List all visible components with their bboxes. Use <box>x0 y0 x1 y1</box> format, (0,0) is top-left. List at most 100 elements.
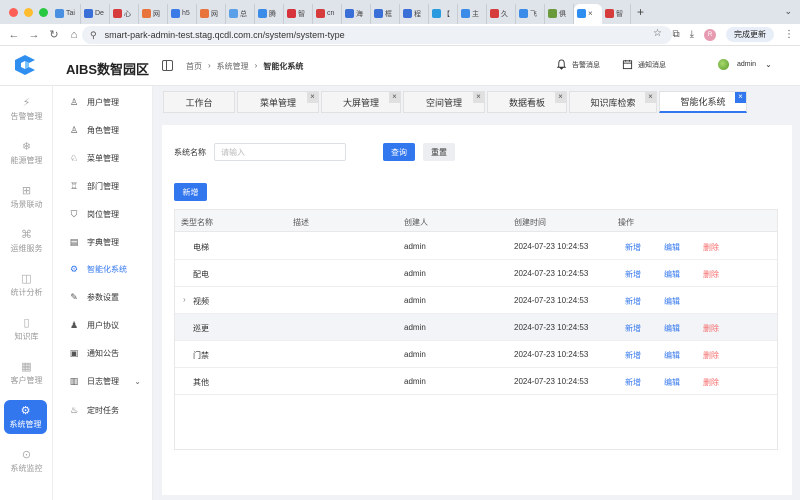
row-add-link[interactable]: 新增 <box>625 323 641 334</box>
forward-arrow-icon[interactable]: → <box>24 29 44 41</box>
page-tab[interactable]: 空间管理 × <box>403 91 485 113</box>
more-menu-icon[interactable]: ⋮ <box>784 29 794 40</box>
submenu-item[interactable]: ♟ 用户协议 <box>53 315 153 335</box>
breadcrumb-home[interactable]: 首页 <box>186 61 202 72</box>
submenu-item[interactable]: ✎ 参数设置 <box>53 287 153 307</box>
back-arrow-icon[interactable]: ← <box>4 29 24 41</box>
browser-tab[interactable]: 网 <box>197 3 226 24</box>
new-tab-icon[interactable]: + <box>631 5 650 19</box>
rail-item-alarm[interactable]: ⚡ 告警管理 <box>0 94 53 132</box>
close-icon[interactable]: × <box>389 92 400 103</box>
browser-tab[interactable]: 俱 <box>545 3 574 24</box>
submenu-item[interactable]: ♘ 菜单管理 <box>53 148 153 168</box>
row-delete-link[interactable]: 删除 <box>703 350 719 361</box>
browser-tab[interactable]: 程 <box>400 3 429 24</box>
reload-icon[interactable]: ↻ <box>44 28 64 41</box>
notice-messages[interactable]: 通知消息 <box>622 59 666 70</box>
bookmark-star-icon[interactable]: ☆ <box>653 28 662 39</box>
rail-item-customer[interactable]: ▦ 客户管理 <box>0 358 53 396</box>
submenu-item[interactable]: ⛉ 岗位管理 <box>53 204 153 224</box>
page-tab[interactable]: 数据看板 × <box>487 91 567 113</box>
user-menu[interactable]: admin ⌄ <box>718 59 772 70</box>
row-add-link[interactable]: 新增 <box>625 350 641 361</box>
row-edit-link[interactable]: 编辑 <box>664 242 680 253</box>
browser-tab[interactable]: cn <box>313 3 342 24</box>
row-add-link[interactable]: 新增 <box>625 242 641 253</box>
row-edit-link[interactable]: 编辑 <box>664 350 680 361</box>
update-button[interactable]: 完成更新 <box>726 27 774 42</box>
query-button[interactable]: 查询 <box>383 143 415 161</box>
browser-tab[interactable]: 【 <box>429 3 458 24</box>
page-tab[interactable]: 工作台 <box>163 91 235 113</box>
extensions-icon[interactable]: ⧉ <box>672 29 679 40</box>
row-delete-link[interactable]: 删除 <box>703 377 719 388</box>
close-icon[interactable]: × <box>307 92 318 103</box>
browser-tab[interactable]: 智 <box>602 3 631 24</box>
close-icon[interactable]: × <box>645 92 656 103</box>
close-icon[interactable]: × <box>735 92 746 103</box>
close-window-icon[interactable] <box>9 7 18 17</box>
sidebar-collapse-icon[interactable] <box>162 60 173 71</box>
row-delete-link[interactable]: 删除 <box>703 269 719 280</box>
browser-tab[interactable]: 网 <box>139 3 168 24</box>
browser-tab[interactable]: h5 <box>168 3 197 24</box>
submenu-item[interactable]: ♙ 用户管理 <box>53 92 153 112</box>
browser-tab[interactable]: Tai <box>52 3 81 24</box>
browser-tab[interactable]: 海 <box>342 3 371 24</box>
profile-avatar[interactable]: R <box>704 28 716 41</box>
close-icon[interactable]: × <box>473 92 484 103</box>
download-icon[interactable]: ⤓ <box>690 29 694 40</box>
page-tab[interactable]: 菜单管理 × <box>237 91 319 113</box>
add-button[interactable]: 新增 <box>174 183 207 201</box>
home-icon[interactable]: ⌂ <box>64 29 84 41</box>
close-icon[interactable]: × <box>555 92 566 103</box>
browser-tab[interactable]: 腾 <box>255 3 284 24</box>
row-edit-link[interactable]: 编辑 <box>664 296 680 307</box>
browser-tab[interactable]: 心 <box>110 3 139 24</box>
minimize-window-icon[interactable] <box>24 7 33 17</box>
row-edit-link[interactable]: 编辑 <box>664 269 680 280</box>
row-edit-link[interactable]: 编辑 <box>664 323 680 334</box>
tab-search-chevron-icon[interactable]: ⌄ <box>784 6 792 17</box>
row-add-link[interactable]: 新增 <box>625 269 641 280</box>
close-tab-icon[interactable]: × <box>588 9 593 18</box>
page-tab[interactable]: 知识库检索 × <box>569 91 657 113</box>
row-delete-link[interactable]: 删除 <box>703 323 719 334</box>
browser-tab[interactable]: 总 <box>226 3 255 24</box>
alarm-messages[interactable]: 告警消息 <box>556 59 600 70</box>
browser-tab[interactable]: 智 <box>284 3 313 24</box>
system-name-input[interactable] <box>214 143 346 161</box>
browser-tab[interactable]: 框 <box>371 3 400 24</box>
page-tab[interactable]: 智能化系统 × <box>659 91 747 113</box>
maximize-window-icon[interactable] <box>39 7 48 17</box>
browser-tab-active[interactable]: × <box>574 3 602 24</box>
submenu-item[interactable]: ♙ 角色管理 <box>53 120 153 140</box>
submenu-item[interactable]: ⚙ 智能化系统 <box>53 259 153 279</box>
expand-row-icon[interactable]: › <box>183 295 186 304</box>
rail-item-book[interactable]: ▯ 知识库 <box>0 314 53 352</box>
rail-item-energy[interactable]: ❄ 能源管理 <box>0 138 53 176</box>
url-field[interactable]: ⚲ smart-park-admin-test.stag.qcdl.com.cn… <box>82 26 672 44</box>
site-info-icon[interactable]: ⚲ <box>90 30 97 41</box>
browser-tab[interactable]: 主 <box>458 3 487 24</box>
submenu-item[interactable]: ▣ 通知公告 <box>53 343 153 363</box>
submenu-item[interactable]: ▤ 字典管理 <box>53 232 153 252</box>
rail-item-stats[interactable]: ◫ 统计分析 <box>0 270 53 308</box>
submenu-item[interactable]: ▥ 日志管理 ⌄ <box>53 371 153 391</box>
browser-tab[interactable]: 久 <box>487 3 516 24</box>
page-tab[interactable]: 大屏管理 × <box>321 91 401 113</box>
rail-item-scene[interactable]: ⊞ 场景联动 <box>0 182 53 220</box>
row-delete-link[interactable]: 删除 <box>703 242 719 253</box>
rail-item-service[interactable]: ⌘ 运维服务 <box>0 226 53 264</box>
rail-item-gear[interactable]: ⚙ 系统管理 <box>4 400 47 434</box>
row-add-link[interactable]: 新增 <box>625 296 641 307</box>
submenu-item[interactable]: ♨ 定时任务 <box>53 400 153 420</box>
rail-item-monitor[interactable]: ⊙ 系统监控 <box>0 446 53 484</box>
row-edit-link[interactable]: 编辑 <box>664 377 680 388</box>
row-add-link[interactable]: 新增 <box>625 377 641 388</box>
reset-button[interactable]: 重置 <box>423 143 455 161</box>
breadcrumb-system[interactable]: 系统管理 <box>217 61 249 72</box>
browser-tab[interactable]: De <box>81 3 110 24</box>
browser-tab[interactable]: 飞 <box>516 3 545 24</box>
submenu-item[interactable]: ♖ 部门管理 <box>53 176 153 196</box>
